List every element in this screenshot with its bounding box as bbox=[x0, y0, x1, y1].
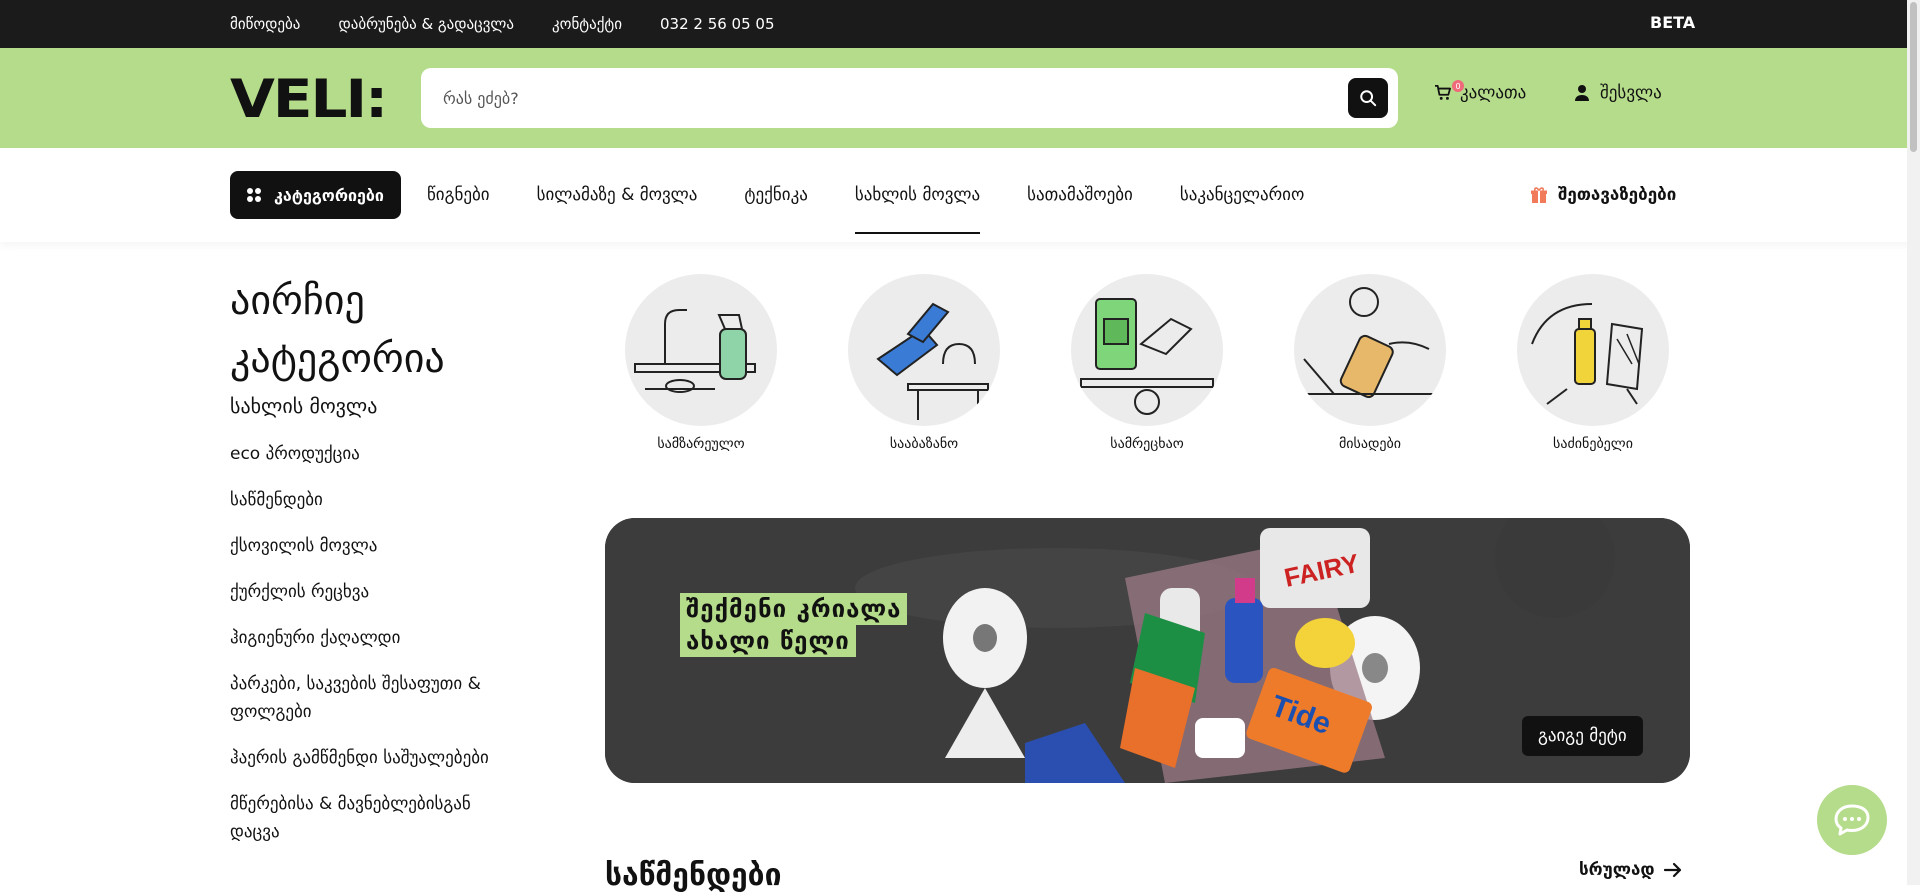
categories-button[interactable]: კატეგორიები bbox=[230, 171, 401, 219]
logo[interactable]: VELI: bbox=[230, 73, 388, 125]
sidebar-heading[interactable]: სახლის მოვლა bbox=[230, 394, 377, 418]
offers-link[interactable]: შეთავაზებები bbox=[1530, 171, 1676, 219]
categories-label: კატეგორიები bbox=[274, 185, 384, 205]
nav-link-home-care[interactable]: სახლის მოვლა bbox=[854, 185, 981, 234]
category-kitchen[interactable]: სამზარეულო bbox=[625, 274, 777, 452]
nav-link-stationery[interactable]: საკანცელარიო bbox=[1180, 185, 1304, 205]
category-laundry[interactable]: სამრეცხაო bbox=[1071, 274, 1223, 452]
category-label: საძინებელი bbox=[1553, 436, 1633, 452]
see-all-label: სრულად bbox=[1579, 860, 1655, 880]
top-link-contact[interactable]: კონტაქტი bbox=[552, 15, 622, 33]
kitchen-spray-icon bbox=[625, 274, 777, 426]
top-link-delivery[interactable]: მიწოდება bbox=[230, 15, 300, 33]
category-label: მისადები bbox=[1338, 436, 1402, 452]
cart-button[interactable]: 0 კალათა bbox=[1434, 80, 1527, 103]
top-link-phone[interactable]: 032 2 56 05 05 bbox=[660, 15, 775, 33]
scrollbar-thumb[interactable] bbox=[1910, 2, 1917, 152]
chat-bubble-icon bbox=[1834, 804, 1870, 836]
banner-headline-line2: ახალი წელი bbox=[680, 625, 856, 657]
search-button[interactable] bbox=[1348, 78, 1388, 118]
category-tiles: სამზარეულო სააბაზანო სამრეცხაო მისადები … bbox=[625, 274, 1669, 452]
user-icon bbox=[1575, 85, 1589, 101]
beta-label: BETA bbox=[1650, 12, 1696, 32]
sidebar-item-dishwashing[interactable]: ქურქლის რეცხვა bbox=[230, 578, 520, 606]
see-all-link[interactable]: სრულად bbox=[1579, 860, 1683, 880]
floor-mop-icon bbox=[1294, 274, 1446, 426]
sidebar-item-fabric-care[interactable]: ქსოვილის მოვლა bbox=[230, 532, 520, 560]
category-bedroom[interactable]: საძინებელი bbox=[1517, 274, 1669, 452]
search-input[interactable] bbox=[443, 68, 1323, 128]
sidebar-item-air-fresheners[interactable]: ჰაერის გამწმენდი საშუალებები bbox=[230, 744, 520, 772]
learn-more-button[interactable]: გაიგე მეტი bbox=[1522, 716, 1643, 756]
sidebar-list: eco პროდუქცია საწმენდები ქსოვილის მოვლა … bbox=[230, 440, 520, 864]
cart-label: კალათა bbox=[1460, 83, 1527, 103]
sidebar-item-paper[interactable]: ჰიგიენური ქაღალდი bbox=[230, 624, 520, 652]
laundry-detergent-icon bbox=[1071, 274, 1223, 426]
category-label: სამზარეულო bbox=[657, 436, 745, 452]
sidebar-item-cleaners[interactable]: საწმენდები bbox=[230, 486, 520, 514]
bathroom-bottle-icon bbox=[848, 274, 1000, 426]
offers-label: შეთავაზებები bbox=[1558, 185, 1677, 205]
cart-count-badge: 0 bbox=[1452, 80, 1464, 92]
sidebar-item-eco[interactable]: eco პროდუქცია bbox=[230, 440, 520, 468]
grid-icon bbox=[247, 188, 261, 202]
sidebar-item-pest-control[interactable]: მწერებისა & მავნებლებისგან დაცვა bbox=[230, 790, 520, 846]
page-scrollbar[interactable] bbox=[1907, 0, 1920, 885]
banner-headline-line1: შექმენი კრიალა bbox=[680, 593, 908, 625]
section-title: საწმენდები bbox=[605, 858, 782, 893]
arrow-right-icon bbox=[1663, 862, 1681, 878]
category-floor[interactable]: მისადები bbox=[1294, 274, 1446, 452]
search-icon bbox=[1360, 90, 1377, 107]
nav-link-beauty[interactable]: სილამაზე & მოვლა bbox=[537, 185, 698, 205]
bedroom-bedroom-icon bbox=[1517, 274, 1669, 426]
sidebar-item-bags-foil[interactable]: პარკები, საკვების შესაფუთი & ფოლგები bbox=[230, 670, 520, 726]
nav-link-tech[interactable]: ტექნიკა bbox=[744, 185, 807, 205]
sidebar-title: აირჩიე კატეგორია bbox=[230, 278, 445, 382]
top-link-returns[interactable]: დაბრუნება & გადაცვლა bbox=[338, 15, 514, 33]
category-label: სააბაზანო bbox=[889, 436, 959, 452]
top-links: მიწოდება დაბრუნება & გადაცვლა კონტაქტი 0… bbox=[230, 0, 775, 48]
nav-link-toys[interactable]: სათამაშოები bbox=[1027, 185, 1133, 205]
category-bathroom[interactable]: სააბაზანო bbox=[848, 274, 1000, 452]
top-bar: მიწოდება დაბრუნება & გადაცვლა კონტაქტი 0… bbox=[0, 0, 1920, 48]
login-label: შესვლა bbox=[1600, 83, 1662, 103]
chat-button[interactable] bbox=[1817, 785, 1887, 855]
promo-banner[interactable]: FAIRY Tide შექმენი კრიალა ახალი წელი გაი… bbox=[605, 518, 1690, 783]
nav-links: წიგნები სილამაზე & მოვლა ტექნიკა სახლის … bbox=[427, 171, 1304, 234]
gift-icon bbox=[1531, 187, 1547, 203]
search-box bbox=[421, 68, 1398, 128]
login-button[interactable]: შესვლა bbox=[1574, 83, 1662, 103]
cart-icon bbox=[1435, 85, 1451, 100]
nav-link-books[interactable]: წიგნები bbox=[427, 185, 490, 205]
category-label: სამრეცხაო bbox=[1110, 436, 1184, 452]
